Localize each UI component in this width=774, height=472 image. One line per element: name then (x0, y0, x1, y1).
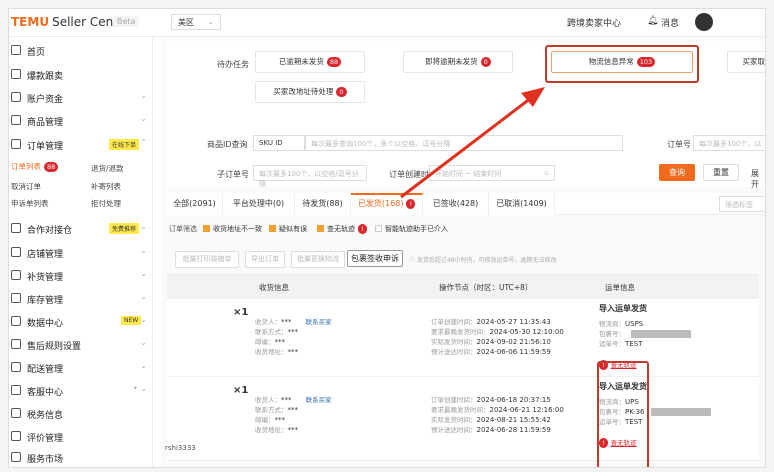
annotation-arrow (400, 87, 545, 199)
arrow-line (400, 93, 536, 199)
app-window: TEMU Seller Central Beta 美区 ⌄ 跨境卖家中心 🔔︎ 消… (8, 8, 766, 468)
